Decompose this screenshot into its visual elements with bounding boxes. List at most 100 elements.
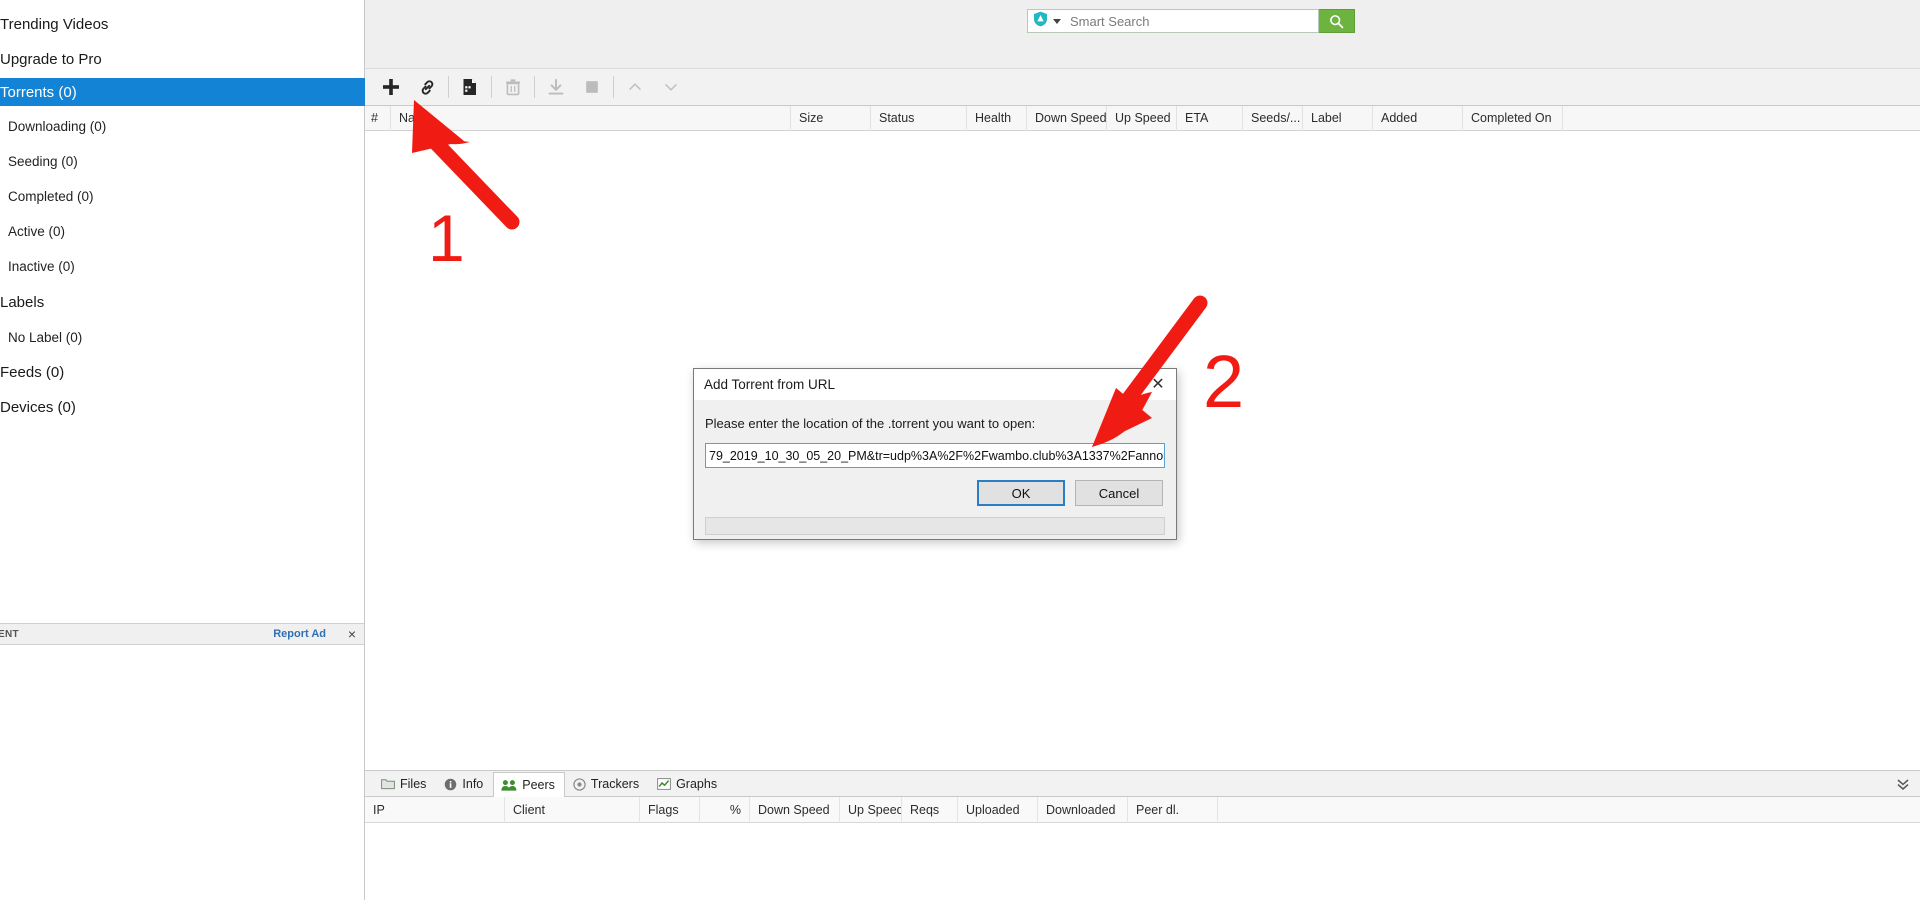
sidebar-item-downloading[interactable]: Downloading (0) — [0, 112, 365, 140]
sidebar-item-label: Labels — [0, 294, 44, 311]
peer-column-downloaded[interactable]: Downloaded — [1038, 797, 1128, 823]
divider — [613, 76, 614, 98]
peer-list[interactable] — [365, 823, 1920, 900]
peer-table-header: IP Client Flags % Down Speed Up Speed Re… — [365, 797, 1920, 823]
chevron-down-icon[interactable] — [1053, 19, 1061, 24]
move-down-button[interactable] — [653, 69, 689, 105]
move-up-button[interactable] — [617, 69, 653, 105]
remove-torrent-button[interactable] — [495, 69, 531, 105]
peer-column-uploaded[interactable]: Uploaded — [958, 797, 1038, 823]
collapse-panel-button[interactable] — [1894, 775, 1912, 793]
tab-label: Peers — [522, 778, 555, 792]
folder-icon — [381, 778, 395, 790]
column-header-completed-on[interactable]: Completed On — [1463, 106, 1563, 131]
peer-column-reqs[interactable]: Reqs — [902, 797, 958, 823]
column-header-up-speed[interactable]: Up Speed — [1107, 106, 1177, 131]
info-icon — [444, 778, 457, 791]
trash-icon — [504, 78, 522, 96]
dialog-progress-bar — [705, 517, 1165, 535]
column-header-health[interactable]: Health — [967, 106, 1027, 131]
tab-info[interactable]: Info — [436, 771, 493, 796]
chevron-down-icon — [663, 79, 679, 95]
sidebar-item-label: Active (0) — [0, 224, 65, 239]
search-input[interactable] — [1070, 11, 1318, 31]
sidebar-item-label: Upgrade to Pro — [0, 51, 102, 68]
start-torrent-button[interactable] — [538, 69, 574, 105]
sidebar-item-trending-videos[interactable]: Trending Videos — [0, 10, 365, 38]
column-header-index[interactable]: # — [365, 106, 391, 131]
download-start-icon — [547, 78, 565, 96]
peer-column-filler — [1218, 797, 1920, 823]
stop-torrent-button[interactable] — [574, 69, 610, 105]
shield-icon[interactable] — [1033, 11, 1048, 32]
sidebar-item-inactive[interactable]: Inactive (0) — [0, 252, 365, 280]
close-icon[interactable]: ✕ — [1146, 373, 1170, 395]
column-header-size[interactable]: Size — [791, 106, 871, 131]
add-torrent-from-url-dialog: Add Torrent from URL ✕ Please enter the … — [693, 368, 1177, 540]
chevron-double-down-icon — [1895, 776, 1911, 792]
column-header-down-speed[interactable]: Down Speed — [1027, 106, 1107, 131]
advertisement-content — [0, 645, 364, 900]
sidebar-item-devices[interactable]: Devices (0) — [0, 393, 365, 421]
sidebar-item-upgrade-to-pro[interactable]: Upgrade to Pro — [0, 45, 365, 73]
column-header-seeds[interactable]: Seeds/... — [1243, 106, 1303, 131]
divider — [534, 76, 535, 98]
peer-column-percent[interactable]: % — [700, 797, 750, 823]
advertisement-label: ENT — [0, 629, 19, 640]
close-ad-icon[interactable]: × — [348, 627, 356, 641]
sidebar-item-no-label[interactable]: No Label (0) — [0, 323, 365, 351]
cancel-button[interactable]: Cancel — [1075, 480, 1163, 506]
tab-trackers[interactable]: Trackers — [565, 771, 649, 796]
create-torrent-button[interactable] — [452, 69, 488, 105]
search-button[interactable] — [1319, 9, 1355, 33]
add-torrent-button[interactable] — [373, 69, 409, 105]
sidebar-item-label: Inactive (0) — [0, 259, 75, 274]
dialog-titlebar: Add Torrent from URL ✕ — [694, 369, 1176, 400]
sidebar-item-seeding[interactable]: Seeding (0) — [0, 147, 365, 175]
dialog-buttons: OK Cancel — [694, 480, 1176, 506]
column-header-eta[interactable]: ETA — [1177, 106, 1243, 131]
ok-button[interactable]: OK — [977, 480, 1065, 506]
target-icon — [573, 778, 586, 791]
sidebar-item-completed[interactable]: Completed (0) — [0, 182, 365, 210]
sidebar-item-feeds[interactable]: Feeds (0) — [0, 358, 365, 386]
chevron-up-icon — [627, 79, 643, 95]
plus-icon — [382, 78, 400, 96]
peer-column-up-speed[interactable]: Up Speed — [840, 797, 902, 823]
report-ad-link[interactable]: Report Ad — [273, 628, 326, 640]
peers-icon — [501, 779, 517, 792]
column-header-added[interactable]: Added — [1373, 106, 1463, 131]
peer-column-peer-dl[interactable]: Peer dl. — [1128, 797, 1218, 823]
search-box[interactable] — [1027, 9, 1319, 33]
sidebar-item-label: Torrents (0) — [0, 84, 77, 101]
search-bar — [1027, 9, 1355, 33]
dialog-prompt: Please enter the location of the .torren… — [705, 416, 1176, 431]
detail-panel: Files Info — [365, 770, 1920, 900]
peer-column-client[interactable]: Client — [505, 797, 640, 823]
dialog-title: Add Torrent from URL — [704, 377, 835, 392]
peer-column-down-speed[interactable]: Down Speed — [750, 797, 840, 823]
sidebar-item-label: No Label (0) — [0, 330, 82, 345]
tab-label: Files — [400, 777, 426, 791]
bittorrent-window: Trending Videos Upgrade to Pro Torrents … — [0, 0, 1920, 900]
chart-icon — [657, 778, 671, 790]
peer-column-flags[interactable]: Flags — [640, 797, 700, 823]
tab-files[interactable]: Files — [373, 771, 436, 796]
divider — [448, 76, 449, 98]
add-torrent-from-url-button[interactable] — [409, 69, 445, 105]
column-header-status[interactable]: Status — [871, 106, 967, 131]
column-header-name[interactable]: Name — [391, 106, 791, 131]
peer-column-ip[interactable]: IP — [365, 797, 505, 823]
sidebar-item-label: Downloading (0) — [0, 119, 106, 134]
tab-peers[interactable]: Peers — [493, 772, 565, 797]
dialog-url-input[interactable]: 79_2019_10_30_05_20_PM&tr=udp%3A%2F%2Fwa… — [705, 443, 1165, 468]
tab-graphs[interactable]: Graphs — [649, 771, 727, 796]
divider — [491, 76, 492, 98]
sidebar-item-active[interactable]: Active (0) — [0, 217, 365, 245]
column-header-label[interactable]: Label — [1303, 106, 1373, 131]
sidebar-item-labels[interactable]: Labels — [0, 288, 365, 316]
search-icon — [1329, 14, 1344, 29]
torrent-table-header: # Name Size Status Health Down Speed Up … — [365, 106, 1920, 131]
sidebar-item-torrents[interactable]: Torrents (0) — [0, 78, 365, 106]
sidebar: Trending Videos Upgrade to Pro Torrents … — [0, 0, 365, 900]
